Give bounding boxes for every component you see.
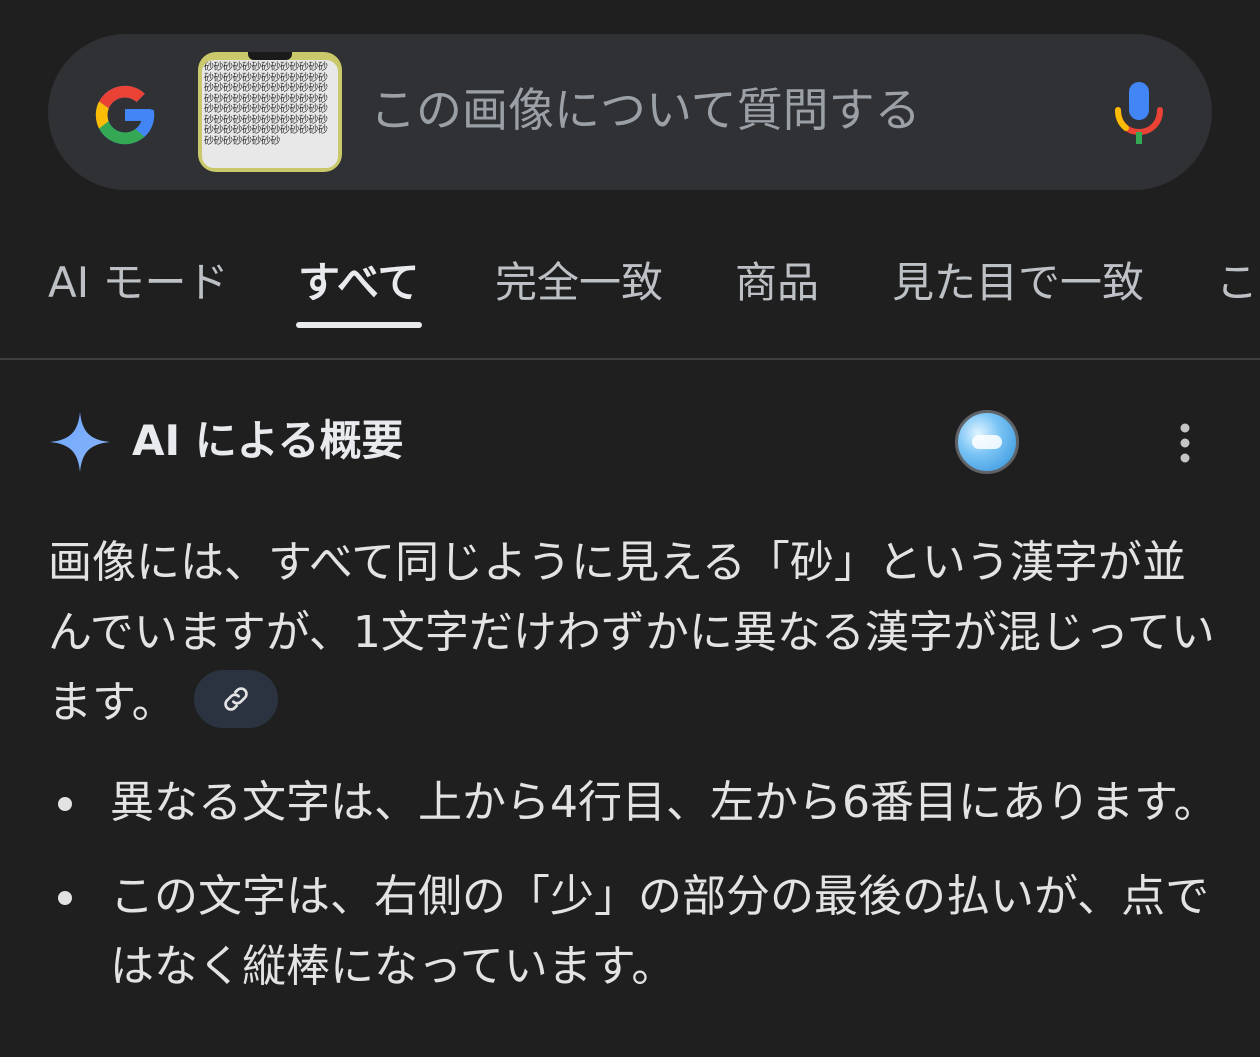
google-logo-icon[interactable] [90, 80, 160, 150]
tab-more[interactable]: こ [1216, 254, 1258, 312]
list-item: この文字は、右側の「少」の部分の最後の払いが、点ではなく縦棒になっています。 [48, 862, 1238, 1002]
link-icon [223, 687, 248, 711]
thumbnail-notch [248, 52, 292, 60]
microphone-icon[interactable] [1112, 80, 1166, 146]
avatar[interactable] [955, 410, 1019, 474]
search-image-thumbnail[interactable]: 砂砂砂砂砂砂砂砂砂砂砂砂砂砂砂砂砂砂砂砂砂砂砂砂砂砂砂砂砂砂砂砂砂砂砂砂砂砂砂砂… [198, 52, 342, 172]
ai-overview-paragraph: 画像には、すべて同じように見える「砂」という漢字が並んでいますが、1文字だけわず… [48, 528, 1218, 738]
ai-overview-title: AI による概要 [132, 416, 404, 465]
thumbnail-kanji-grid: 砂砂砂砂砂砂砂砂砂砂砂砂砂砂砂砂砂砂砂砂砂砂砂砂砂砂砂砂砂砂砂砂砂砂砂砂砂砂砂砂… [202, 60, 338, 168]
active-tab-indicator [296, 322, 422, 328]
tab-products[interactable]: 商品 [735, 254, 819, 312]
sparkle-icon [50, 412, 110, 472]
page: 砂砂砂砂砂砂砂砂砂砂砂砂砂砂砂砂砂砂砂砂砂砂砂砂砂砂砂砂砂砂砂砂砂砂砂砂砂砂砂砂… [0, 0, 1260, 1057]
more-vert-icon[interactable] [1170, 420, 1200, 466]
list-item: 異なる文字は、上から4行目、左から6番目にあります。 [48, 768, 1238, 838]
tab-visual-match[interactable]: 見た目で一致 [892, 254, 1144, 312]
source-link-button[interactable] [193, 670, 278, 728]
ai-overview-bullets: 異なる文字は、上から4行目、左から6番目にあります。 この文字は、右側の「少」の… [48, 768, 1238, 1026]
bullet-icon [58, 797, 72, 811]
search-input[interactable]: この画像について質問する [370, 80, 921, 140]
bullet-text: この文字は、右側の「少」の部分の最後の払いが、点ではなく縦棒になっています。 [110, 871, 1210, 992]
bullet-text: 異なる文字は、上から4行目、左から6番目にあります。 [110, 777, 1218, 828]
tab-all[interactable]: すべて [298, 254, 419, 312]
bullet-icon [58, 891, 72, 905]
tab-ai-mode[interactable]: AI モード [48, 254, 228, 312]
tab-exact-match[interactable]: 完全一致 [495, 254, 663, 312]
search-tabs: AI モード すべて 完全一致 商品 見た目で一致 こ [0, 240, 1260, 360]
